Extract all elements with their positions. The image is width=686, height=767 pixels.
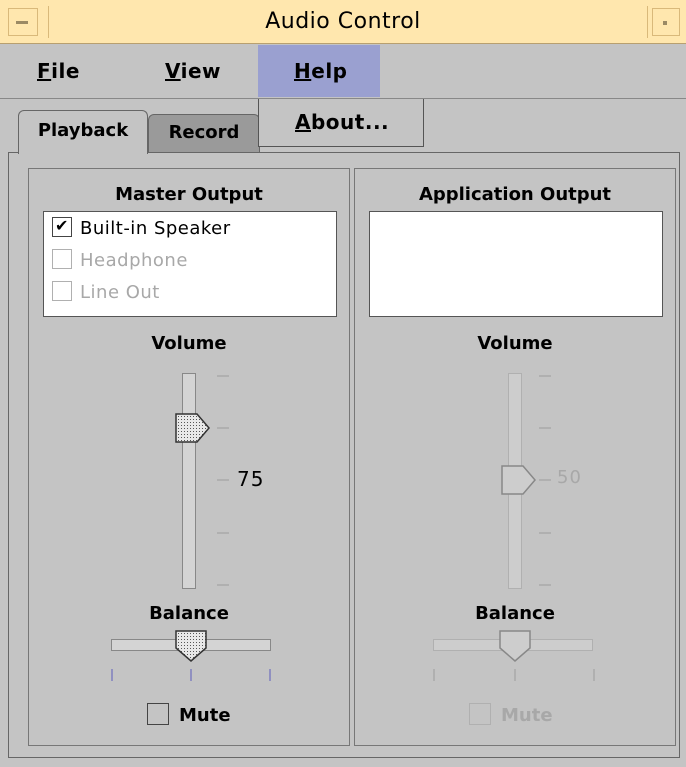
help-menu-dropdown: About... <box>258 99 424 147</box>
volume-tick <box>217 479 229 481</box>
volume-tick <box>217 584 229 586</box>
balance-tick <box>111 669 113 681</box>
volume-tick <box>217 532 229 534</box>
application-volume-thumb <box>501 465 537 495</box>
menu-view[interactable]: View <box>165 45 221 97</box>
menu-file-mnemonic: F <box>37 59 52 83</box>
window-title: Audio Control <box>265 9 421 34</box>
menu-file[interactable]: File <box>37 45 80 97</box>
device-label: Line Out <box>80 282 160 303</box>
master-output-panel: Master Output ✔ Built-in Speaker Headphon… <box>28 168 350 746</box>
checkbox-icon <box>52 281 72 301</box>
balance-tick <box>190 669 192 681</box>
title-divider <box>647 6 648 38</box>
application-balance-label: Balance <box>475 603 555 624</box>
mute-checkbox-icon[interactable] <box>147 703 169 725</box>
application-list[interactable] <box>369 211 663 317</box>
volume-tick <box>539 584 551 586</box>
title-bar[interactable]: Audio Control <box>0 0 686 44</box>
tab-playback-label: Playback <box>37 120 129 141</box>
volume-tick <box>539 427 551 429</box>
about-mnemonic: A <box>295 110 311 134</box>
mute-label: Mute <box>179 705 231 726</box>
master-device-list: ✔ Built-in Speaker Headphone Line Out <box>43 211 337 317</box>
application-output-panel: Application Output Volume 50 Balance Mut… <box>354 168 676 746</box>
balance-tick <box>269 669 271 681</box>
volume-tick <box>539 479 551 481</box>
master-volume-thumb[interactable] <box>175 413 211 443</box>
balance-tick <box>514 669 516 681</box>
application-volume-label: Volume <box>477 333 553 354</box>
tab-record-label: Record <box>168 122 240 143</box>
device-line-out: Line Out <box>52 278 160 308</box>
menu-help-label: elp <box>311 59 348 83</box>
device-builtin-speaker[interactable]: ✔ Built-in Speaker <box>52 214 231 244</box>
application-mute: Mute <box>469 703 553 727</box>
volume-tick <box>539 532 551 534</box>
maximize-icon <box>663 21 667 25</box>
master-volume-value: 75 <box>237 467 265 491</box>
volume-tick <box>539 375 551 377</box>
master-balance-label: Balance <box>149 603 229 624</box>
master-mute[interactable]: Mute <box>147 703 231 727</box>
master-volume-label: Volume <box>151 333 227 354</box>
menu-file-label: ile <box>51 59 80 83</box>
about-label: bout... <box>310 110 390 134</box>
master-output-title: Master Output <box>115 184 263 205</box>
application-output-title: Application Output <box>418 184 612 205</box>
menu-view-mnemonic: V <box>165 59 181 83</box>
device-label: Built-in Speaker <box>80 218 231 239</box>
application-balance-thumb <box>499 630 531 662</box>
maximize-button[interactable] <box>652 8 680 36</box>
menu-bar: File View Help <box>0 45 686 99</box>
menu-item-about[interactable]: About... <box>295 99 389 145</box>
volume-tick <box>217 375 229 377</box>
device-headphone: Headphone <box>52 246 188 276</box>
tab-playback[interactable]: Playback <box>18 110 148 154</box>
checkbox-checked-icon[interactable]: ✔ <box>52 217 72 237</box>
device-label: Headphone <box>80 250 188 271</box>
tab-record[interactable]: Record <box>148 114 260 152</box>
menu-help[interactable]: Help <box>258 45 380 97</box>
balance-tick <box>593 669 595 681</box>
application-volume-value: 50 <box>557 467 582 488</box>
balance-tick <box>433 669 435 681</box>
master-balance-thumb[interactable] <box>175 630 207 662</box>
mute-checkbox-icon <box>469 703 491 725</box>
volume-tick <box>217 427 229 429</box>
mute-label: Mute <box>501 705 553 726</box>
menu-help-mnemonic: H <box>294 59 312 83</box>
checkbox-icon <box>52 249 72 269</box>
master-volume-slider[interactable] <box>182 373 196 589</box>
menu-view-label: iew <box>180 59 222 83</box>
